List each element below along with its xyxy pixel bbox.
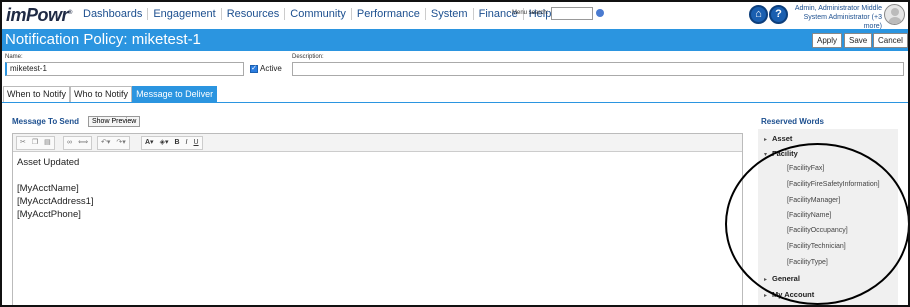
menu-search-input[interactable] [551, 7, 593, 20]
editor-toolbar: ✂ ❐ ▤ ∞ ⟺ ↶▾ ↷▾ A▾ ◈▾ B I U [13, 134, 742, 152]
tab-underline [2, 102, 908, 103]
active-checkbox[interactable]: ✓ [250, 65, 258, 73]
save-button[interactable]: Save [844, 33, 873, 48]
user-name[interactable]: Admin, Administrator Middle [789, 4, 882, 13]
help-icon[interactable]: ? [769, 5, 788, 24]
nav-dashboards[interactable]: Dashboards [78, 8, 149, 20]
paste-icon[interactable]: ▤ [41, 137, 54, 149]
message-line [17, 169, 94, 182]
link-icon[interactable]: ∞ [64, 137, 75, 149]
nav-performance[interactable]: Performance [352, 8, 426, 20]
main-nav: Dashboards Engagement Resources Communit… [78, 8, 556, 20]
avatar[interactable] [884, 4, 905, 25]
nav-system[interactable]: System [426, 8, 474, 20]
undo-icon[interactable]: ↶▾ [98, 137, 113, 149]
tab-message-to-deliver[interactable]: Message to Deliver [132, 86, 218, 102]
tab-when-to-notify[interactable]: When to Notify [3, 86, 71, 102]
apply-button[interactable]: Apply [812, 33, 843, 48]
user-info[interactable]: Admin, Administrator Middle System Admin… [789, 4, 882, 31]
app-frame: imPowr® Dashboards Engagement Resources … [0, 0, 910, 307]
search-go-icon[interactable] [596, 9, 604, 17]
message-line: Asset Updated [17, 157, 80, 168]
undo-group: ↶▾ ↷▾ [97, 136, 130, 150]
reserved-words-heading: Reserved Words [761, 117, 824, 126]
description-label: Description: [292, 54, 324, 60]
name-label: Name: [5, 54, 23, 60]
name-field[interactable]: miketest-1 [5, 62, 244, 76]
cut-icon[interactable]: ✂ [17, 137, 29, 149]
title-bar: Notification Policy: miketest-1 Apply Sa… [2, 29, 908, 51]
message-heading: Message To Send [12, 117, 79, 126]
menu-search-label: Menu search: [512, 10, 549, 16]
tab-who-to-notify[interactable]: Who to Notify [70, 86, 133, 102]
italic-icon[interactable]: I [183, 137, 191, 149]
tab-bar: When to Notify Who to Notify Message to … [3, 86, 218, 102]
top-navbar: imPowr® Dashboards Engagement Resources … [2, 2, 908, 31]
active-label: Active [260, 64, 282, 73]
show-preview-button[interactable]: Show Preview [88, 116, 141, 127]
format-group: A▾ ◈▾ B I U [141, 136, 203, 150]
page-title: Notification Policy: miketest-1 [5, 31, 201, 48]
cancel-button[interactable]: Cancel [873, 33, 908, 48]
nav-community[interactable]: Community [285, 8, 352, 20]
brand-logo[interactable]: imPowr® [6, 5, 72, 26]
bold-icon[interactable]: B [171, 137, 182, 149]
redo-icon[interactable]: ↷▾ [113, 137, 128, 149]
font-color-icon[interactable]: A▾ [142, 137, 157, 149]
nav-engagement[interactable]: Engagement [148, 8, 222, 20]
annotation-circle [725, 143, 908, 305]
source-icon[interactable]: ⟺ [75, 137, 91, 149]
home-icon[interactable]: ⌂ [749, 5, 768, 24]
tree-node-asset[interactable]: ▸ Asset [764, 134, 792, 143]
message-line: [MyAcctName] [17, 183, 79, 194]
link-group: ∞ ⟺ [63, 136, 93, 150]
nav-resources[interactable]: Resources [222, 8, 286, 20]
clipboard-group: ✂ ❐ ▤ [16, 136, 55, 150]
message-line: [MyAcctPhone] [17, 209, 81, 220]
editor-content[interactable]: Asset Updated [MyAcctName] [MyAcctAddres… [17, 156, 94, 221]
expand-arrow-icon[interactable]: ▸ [764, 136, 772, 143]
message-line: [MyAcctAddress1] [17, 196, 94, 207]
description-field[interactable] [292, 62, 904, 76]
copy-icon[interactable]: ❐ [29, 137, 41, 149]
message-editor[interactable]: ✂ ❐ ▤ ∞ ⟺ ↶▾ ↷▾ A▾ ◈▾ B I U Asset Update… [12, 133, 743, 305]
underline-icon[interactable]: U [191, 137, 202, 149]
highlight-icon[interactable]: ◈▾ [157, 137, 172, 149]
